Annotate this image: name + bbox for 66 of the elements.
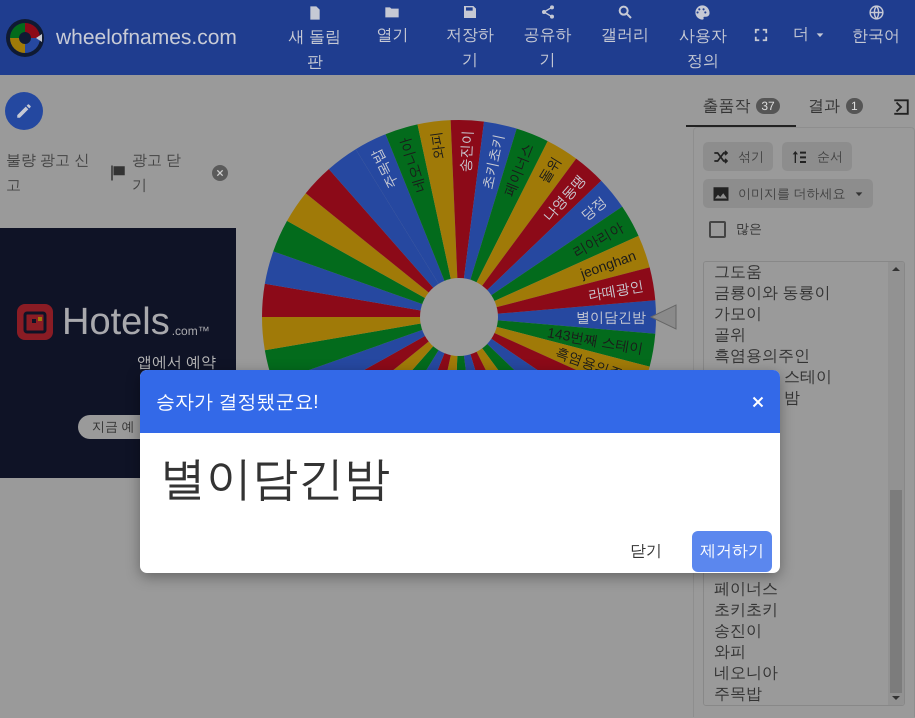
logo-icon — [6, 18, 44, 56]
close-dialog-button[interactable]: 닫기 — [622, 531, 670, 572]
count-badge: 1 — [846, 98, 863, 114]
entry-line: 금룡이와 동룡이 — [714, 284, 830, 304]
hotel-logo-icon — [16, 303, 54, 341]
palette-icon — [694, 4, 712, 21]
globe-icon — [868, 4, 885, 21]
wheel-label: 송진이 — [457, 130, 475, 172]
checkbox-label: 많은 — [736, 220, 762, 238]
tab[interactable]: 출품작 37 — [686, 76, 796, 126]
site-name[interactable]: wheelofnames.com — [56, 26, 237, 50]
remove-button[interactable]: 제거하기 — [692, 531, 772, 572]
checkbox[interactable] — [709, 220, 726, 238]
nav-button[interactable]: 저장하기 — [440, 0, 500, 73]
nav-button[interactable]: 새 돌림판 — [284, 0, 346, 75]
entry-line: 골위 — [714, 326, 746, 346]
tab-label: 결과 — [808, 96, 840, 116]
report-ad-link[interactable]: 불량 광고 신고 — [0, 148, 96, 198]
shuffle-button[interactable]: 섞기 — [703, 142, 773, 171]
fullscreen-icon — [754, 28, 768, 42]
more-menu-button[interactable]: 더 — [788, 0, 829, 47]
nav-button[interactable]: 공유하기 — [517, 0, 578, 73]
nav-button[interactable]: 한국어 — [846, 0, 906, 49]
entry-line: 스테이 — [784, 368, 832, 388]
entry-line: 와피 — [714, 643, 746, 663]
close-button[interactable] — [752, 396, 764, 408]
wheel-label: 별이담긴밤 — [576, 309, 646, 325]
entry-line: 밤 — [784, 389, 800, 409]
save-icon — [462, 4, 478, 20]
close-icon — [752, 396, 764, 408]
entry-line: 페이너스 — [714, 580, 778, 600]
entry-line: 송진이 — [714, 622, 762, 642]
nav-button[interactable]: 갤러리 — [594, 0, 656, 48]
entry-line: 흑염용의주인 — [714, 347, 810, 367]
wheel-label: 와피 — [427, 130, 447, 160]
nav-button[interactable]: 사용자 정의 — [672, 0, 734, 74]
entry-line: 네오니아 — [714, 664, 778, 684]
tab[interactable]: 결과 1 — [796, 76, 875, 126]
brand-name: Hotels — [62, 303, 170, 341]
sort-icon — [791, 148, 809, 164]
nav-button[interactable]: 열기 — [362, 0, 423, 48]
share-icon — [540, 4, 556, 20]
wheel-hub[interactable] — [420, 278, 498, 356]
scroll-up-icon — [892, 266, 900, 272]
entry-line: 그도움 — [714, 263, 762, 283]
close-ad-link[interactable]: 광고 닫기 — [132, 148, 190, 198]
close-ad-button[interactable] — [212, 165, 228, 181]
ad-tagline: 앱에서 예약 — [136, 353, 216, 372]
pencil-icon — [15, 102, 33, 120]
scrollbar[interactable] — [888, 262, 904, 705]
close-icon — [216, 169, 224, 177]
tab-label: 출품작 — [702, 96, 750, 116]
wheel-label: 초키초키 — [478, 132, 506, 191]
brand-suffix: .com™ — [172, 324, 210, 338]
entry-line: 주목밥 — [714, 685, 762, 705]
scroll-down-icon — [892, 695, 900, 701]
book-now-button[interactable]: 지금 예 — [78, 415, 140, 439]
shuffle-icon — [712, 148, 730, 164]
image-icon — [712, 184, 730, 202]
search-icon — [617, 4, 634, 20]
pointer-icon — [650, 304, 676, 330]
wheel-label: 라떼광인 — [586, 278, 645, 303]
entry-line: 가모이 — [714, 305, 762, 325]
edit-button[interactable] — [5, 92, 43, 130]
count-badge: 37 — [756, 98, 780, 114]
entry-line: 초키초키 — [714, 601, 778, 621]
